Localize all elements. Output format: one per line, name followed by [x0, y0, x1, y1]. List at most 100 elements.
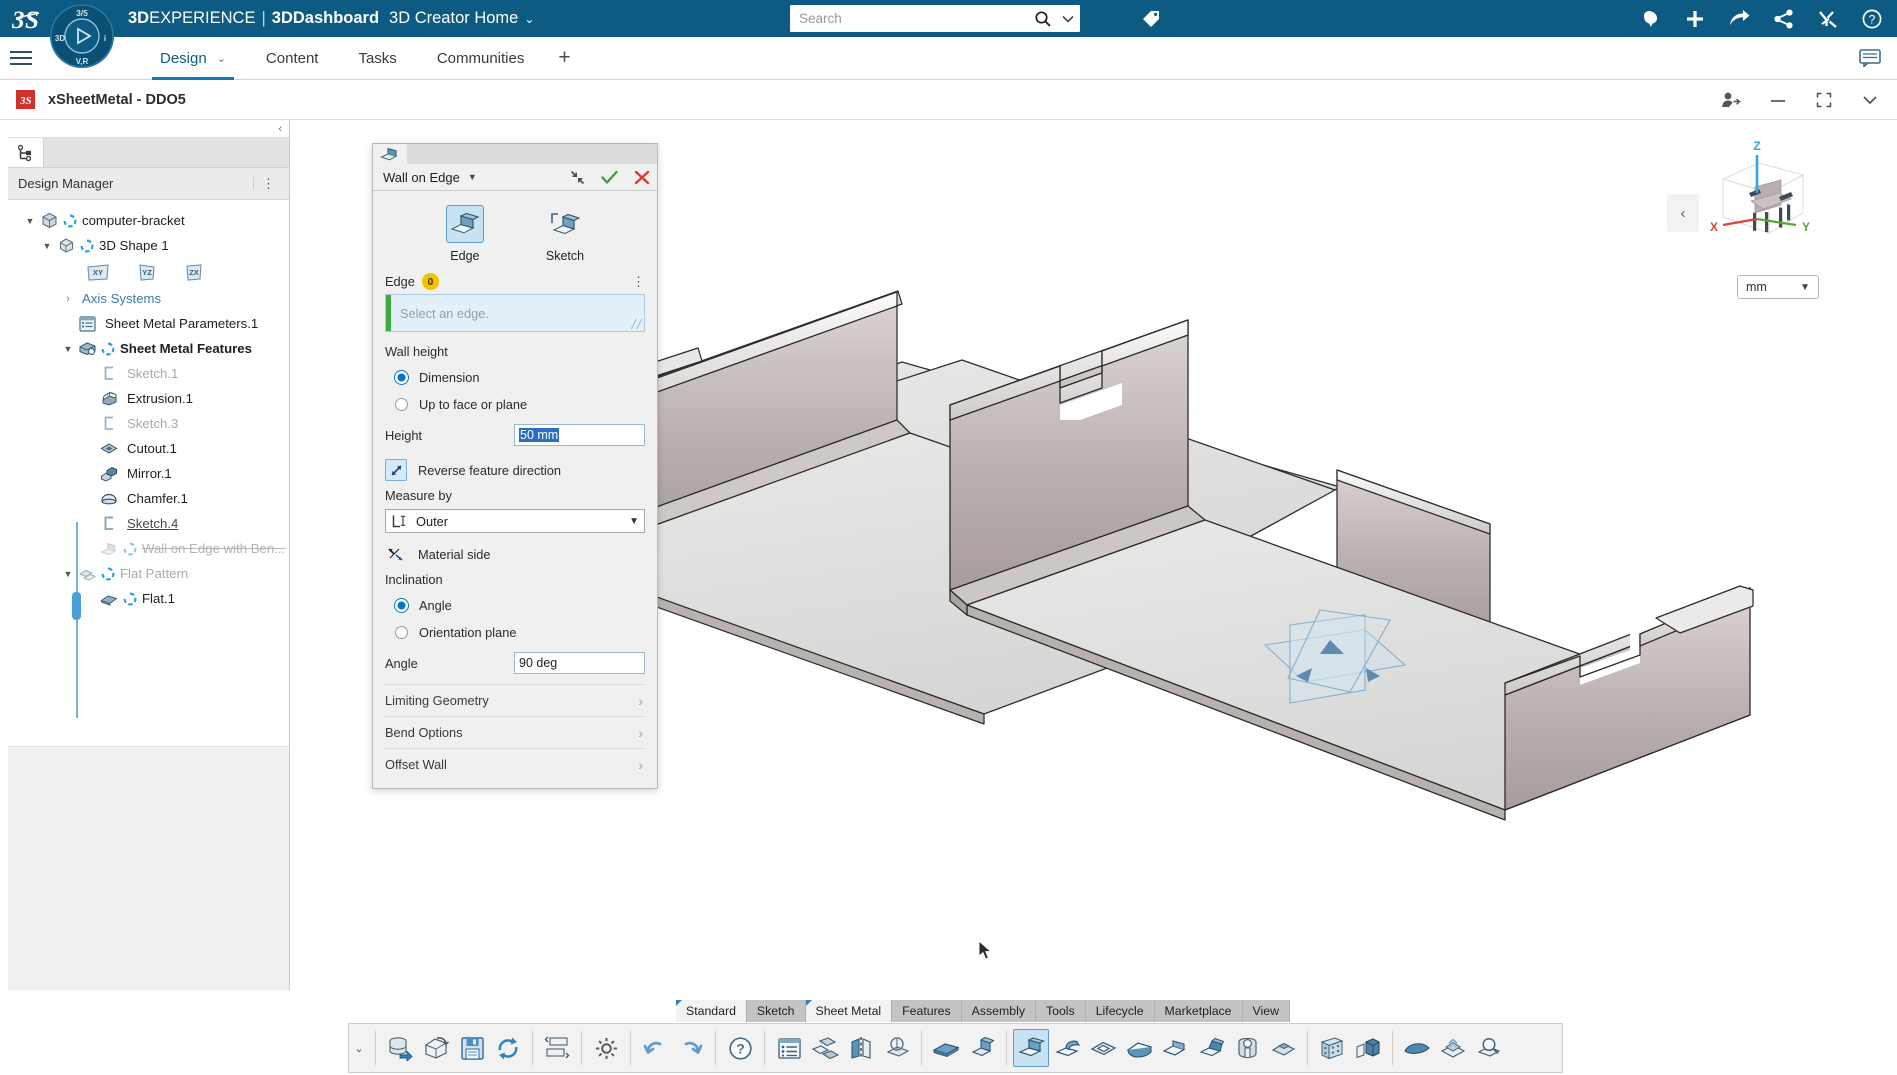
tree-node-flat-1[interactable]: Flat.1	[8, 586, 289, 611]
hamburger-menu-icon[interactable]	[10, 51, 40, 65]
collapse-dialog-button[interactable]	[570, 170, 585, 185]
unit-selector[interactable]: mm ▼	[1737, 275, 1819, 299]
material-side-row[interactable]: Material side	[385, 540, 645, 568]
toolbar-collapse-handle[interactable]: ⌄	[349, 1042, 369, 1055]
analysis-icon[interactable]	[1471, 1029, 1507, 1067]
mirror-tool-icon[interactable]	[843, 1029, 879, 1067]
viewport-collapse-button[interactable]: ‹	[1667, 194, 1699, 232]
height-input[interactable]: 50 mm	[514, 424, 645, 446]
panel-collapse-button[interactable]: ‹	[8, 120, 289, 138]
chevron-right-icon[interactable]: ›	[638, 757, 643, 773]
tab-sketch[interactable]: Sketch	[746, 1000, 806, 1022]
revision-icon[interactable]	[418, 1029, 454, 1067]
radio-angle[interactable]: Angle	[385, 593, 645, 618]
chevron-right-icon[interactable]: ›	[638, 725, 643, 741]
hem-icon[interactable]	[1157, 1029, 1193, 1067]
tree-node-sketch-1[interactable]: Sketch.1	[8, 361, 289, 386]
tab-marketplace[interactable]: Marketplace	[1154, 1000, 1243, 1022]
experience-compass[interactable]: 3/5 3D i V,R	[48, 2, 116, 70]
mode-sketch[interactable]: Sketch	[546, 205, 584, 263]
tab-features[interactable]: Features	[892, 1000, 962, 1022]
surface-icon[interactable]	[1399, 1029, 1435, 1067]
tree-node-wall-on-edge[interactable]: Wall on Edge with Ben...	[8, 536, 289, 561]
open-database-icon[interactable]	[382, 1029, 418, 1067]
twisty-right-icon[interactable]: ›	[60, 293, 76, 305]
search-dropdown-icon[interactable]	[1056, 15, 1080, 23]
tree-node-cutout-1[interactable]: Cutout.1	[8, 436, 289, 461]
resize-grip-icon[interactable]: ╱╱	[631, 319, 642, 330]
notification-icon[interactable]	[1640, 8, 1662, 30]
share-arrow-icon[interactable]	[1728, 8, 1751, 30]
brand-caret-icon[interactable]: ⌄	[524, 12, 534, 26]
chevron-right-icon[interactable]: ›	[638, 693, 643, 709]
pattern-icon[interactable]	[1314, 1029, 1350, 1067]
base-wall-icon[interactable]	[928, 1029, 964, 1067]
angle-input[interactable]: 90 deg	[514, 652, 645, 674]
recognize-icon[interactable]	[1435, 1029, 1471, 1067]
unfold-icon[interactable]	[807, 1029, 843, 1067]
tab-assembly[interactable]: Assembly	[961, 1000, 1036, 1022]
tree-node-axis-systems[interactable]: › Axis Systems	[8, 286, 289, 311]
tree-node-3d-shape-1[interactable]: ▼ 3D Shape 1	[8, 233, 289, 258]
wall-on-edge-tool-icon[interactable]	[1013, 1029, 1049, 1067]
mode-edge[interactable]: Edge	[445, 205, 484, 263]
corner-relief-icon[interactable]	[1229, 1029, 1265, 1067]
radio-orientation-plane-button[interactable]	[395, 626, 408, 639]
radio-up-to-face-or-plane[interactable]: Up to face or plane	[385, 392, 645, 417]
rolled-wall-icon[interactable]	[1193, 1029, 1229, 1067]
plane-zx-icon[interactable]: ZX	[184, 263, 204, 282]
design-tree-icon[interactable]	[8, 138, 44, 167]
search-input[interactable]	[799, 6, 1030, 31]
twisty-down-icon[interactable]: ▼	[22, 216, 38, 226]
tab-tools[interactable]: Tools	[1035, 1000, 1086, 1022]
axis-tool-icon[interactable]	[879, 1029, 915, 1067]
propagate-icon[interactable]	[539, 1029, 575, 1067]
bend-from-flat-icon[interactable]	[1049, 1029, 1085, 1067]
expander-bend-options[interactable]: Bend Options ›	[385, 716, 645, 748]
user-pattern-icon[interactable]	[1350, 1029, 1386, 1067]
tab-content[interactable]: Content	[246, 37, 339, 80]
tree-node-sheet-metal-parameters[interactable]: Sheet Metal Parameters.1	[8, 311, 289, 336]
plane-yz-icon[interactable]: YZ	[137, 263, 157, 282]
tree-node-flat-pattern[interactable]: ▼ Flat Pattern	[8, 561, 289, 586]
tree-node-mirror-1[interactable]: Mirror.1	[8, 461, 289, 486]
view-navigation-cube[interactable]: Z X Y	[1699, 135, 1829, 255]
tree-node-sketch-3[interactable]: Sketch.3	[8, 411, 289, 436]
plane-xy-icon[interactable]: XY	[86, 263, 110, 282]
stamping-icon[interactable]	[1265, 1029, 1301, 1067]
brand-context[interactable]: 3D Creator Home	[389, 9, 518, 28]
chevron-down-icon[interactable]: ▼	[629, 516, 639, 527]
wall-on-edge-dialog[interactable]: Wall on Edge ▼ Edge Sketch Edge 0 ⋮ Sele…	[372, 143, 658, 789]
extrusion-tool-icon[interactable]	[964, 1029, 1000, 1067]
more-button[interactable]	[1861, 94, 1879, 106]
tree-node-extrusion-1[interactable]: Extrusion.1	[8, 386, 289, 411]
twisty-down-icon[interactable]: ▼	[39, 241, 55, 251]
cutout-tool-icon[interactable]	[1085, 1029, 1121, 1067]
settings-gear-icon[interactable]	[588, 1029, 624, 1067]
tree-node-sketch-4[interactable]: Sketch.4	[8, 511, 289, 536]
tree-node-computer-bracket[interactable]: ▼ computer-bracket	[8, 208, 289, 233]
share-network-icon[interactable]	[1773, 8, 1795, 30]
confirm-button[interactable]	[601, 170, 618, 185]
radio-dimension[interactable]: Dimension	[385, 365, 645, 390]
radio-up-to-face-button[interactable]	[395, 398, 408, 411]
twisty-down-icon[interactable]: ▼	[60, 569, 76, 579]
radio-orientation-plane[interactable]: Orientation plane	[385, 620, 645, 645]
search-icon[interactable]	[1030, 10, 1056, 28]
help-icon[interactable]: ?	[1861, 8, 1883, 30]
tab-view[interactable]: View	[1242, 1000, 1290, 1022]
tag-icon[interactable]	[1140, 8, 1162, 30]
help-circle-icon[interactable]: ?	[722, 1029, 758, 1067]
cancel-button[interactable]	[634, 170, 650, 185]
global-search[interactable]	[790, 5, 1080, 32]
tree-node-chamfer-1[interactable]: Chamfer.1	[8, 486, 289, 511]
chevron-down-icon[interactable]: ⌄	[217, 52, 226, 65]
radio-dimension-button[interactable]	[395, 371, 408, 384]
twisty-down-icon[interactable]: ▼	[60, 344, 76, 354]
tab-design[interactable]: Design ⌄	[140, 37, 246, 80]
expander-offset-wall[interactable]: Offset Wall ›	[385, 748, 645, 780]
reverse-direction-row[interactable]: Reverse feature direction	[385, 456, 645, 484]
tree-node-sheet-metal-features[interactable]: ▼ Sheet Metal Features	[8, 336, 289, 361]
redo-icon[interactable]	[673, 1029, 709, 1067]
expander-limiting-geometry[interactable]: Limiting Geometry ›	[385, 684, 645, 716]
